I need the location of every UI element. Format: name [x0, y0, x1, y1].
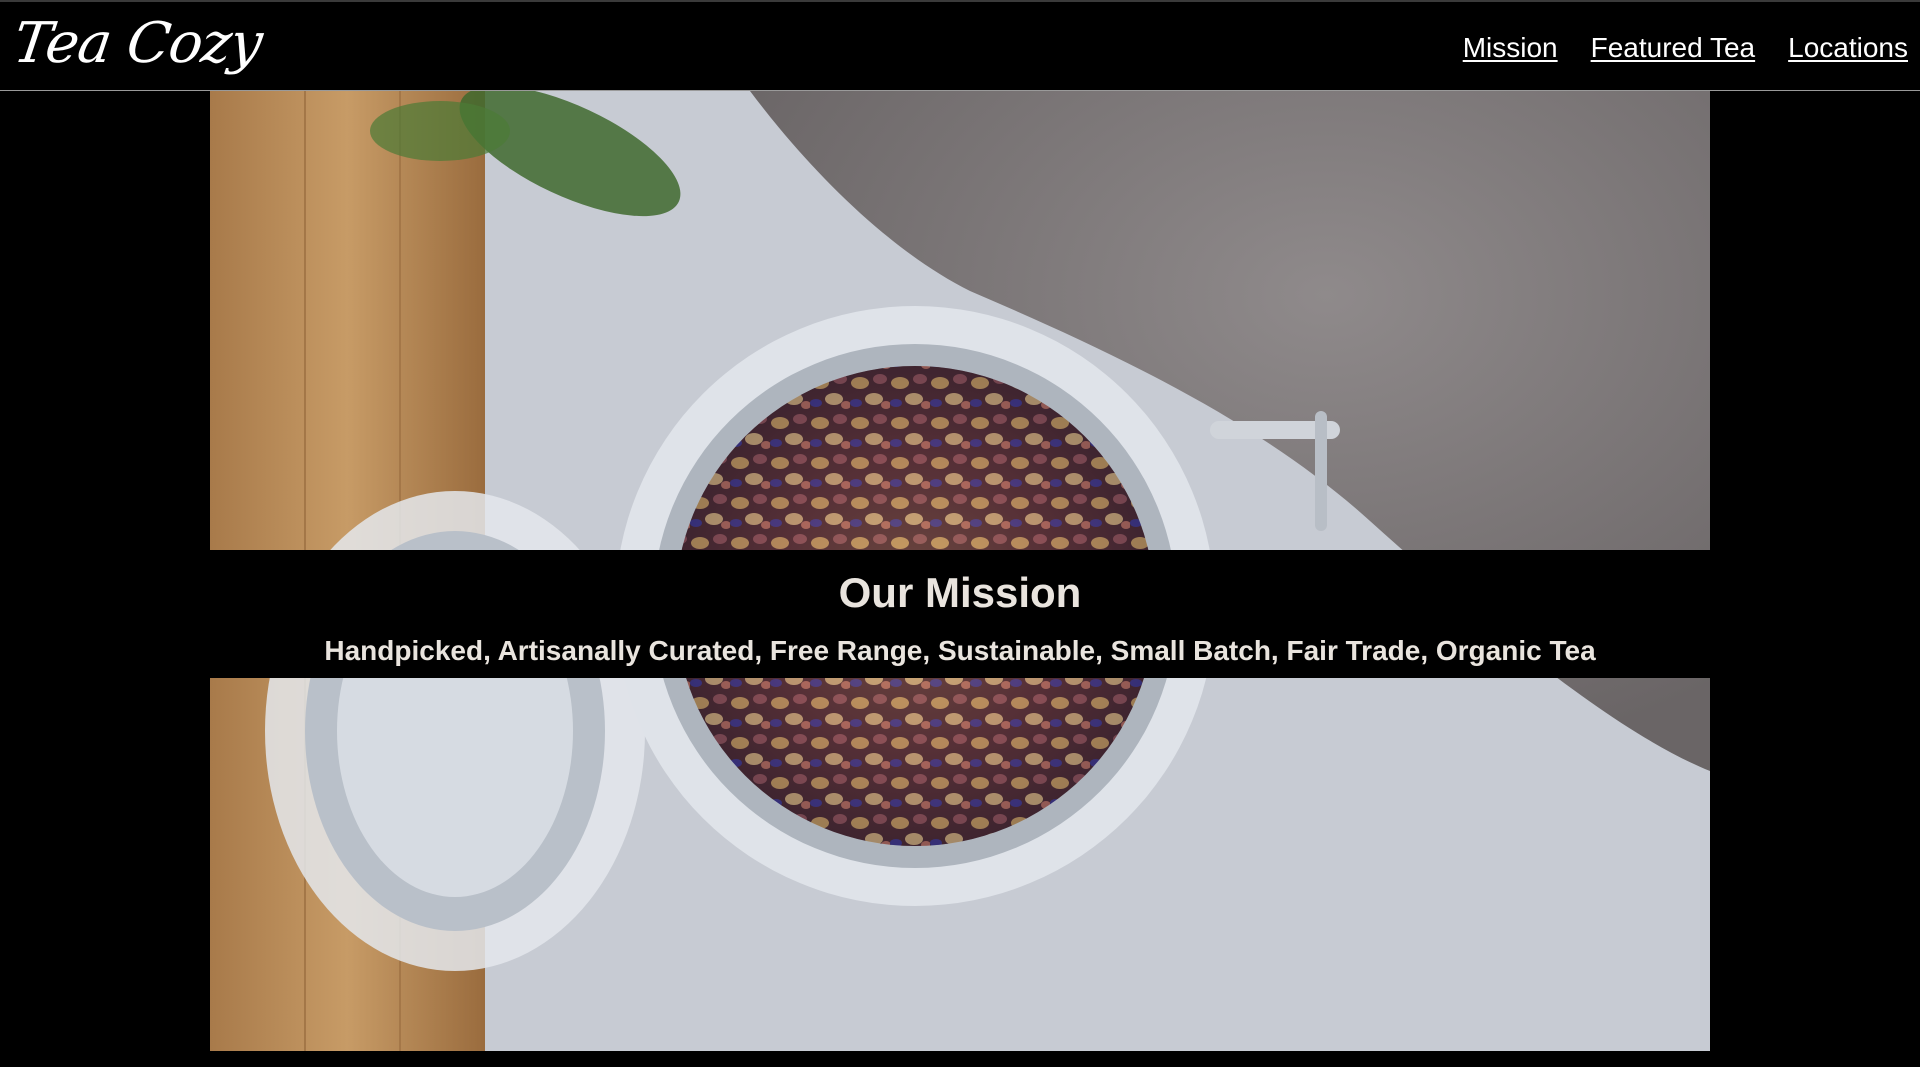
mission-title: Our Mission [838, 569, 1082, 616]
mission-subtitle: Handpicked, Artisanally Curated, Free Ra… [324, 635, 1596, 666]
nav-link-mission[interactable]: Mission [1463, 30, 1558, 66]
nav-link-locations[interactable]: Locations [1788, 30, 1908, 66]
site-logo[interactable]: Tea Cozy [10, 11, 266, 76]
mission-band: Our Mission Handpicked, Artisanally Cura… [210, 550, 1710, 678]
mission-hero: Our Mission Handpicked, Artisanally Cura… [210, 91, 1710, 1051]
main-nav: Mission Featured Tea Locations [1463, 30, 1908, 66]
site-header: Tea Cozy Mission Featured Tea Locations [0, 0, 1920, 91]
nav-link-featured-tea[interactable]: Featured Tea [1591, 30, 1756, 66]
